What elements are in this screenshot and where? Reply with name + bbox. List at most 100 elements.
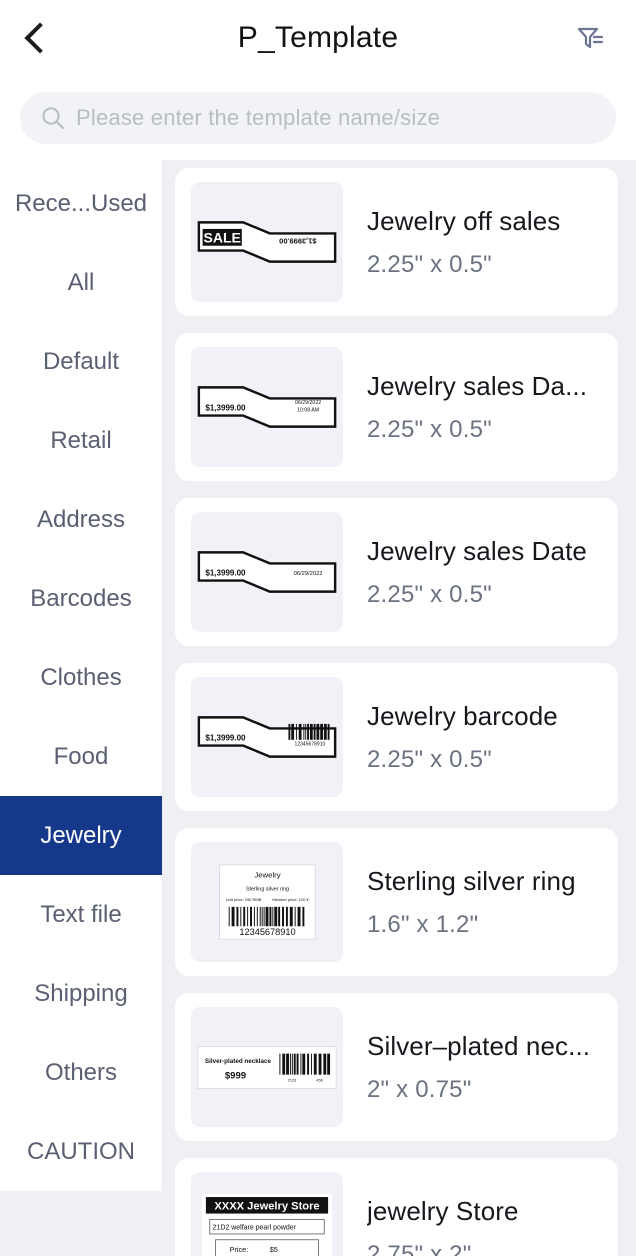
sidebar-item-jewelry[interactable]: Jewelry — [0, 796, 162, 875]
template-name: Jewelry off sales — [367, 205, 561, 236]
template-meta: Jewelry off sales 2.25" x 0.5" — [343, 206, 618, 279]
svg-text:$999: $999 — [225, 1070, 246, 1081]
template-thumbnail: $1,3999.00 06/29/2022 10:08 AM — [191, 347, 343, 467]
svg-text:$1,3999.00: $1,3999.00 — [205, 733, 246, 742]
sidebar-item-barcodes[interactable]: Barcodes — [0, 559, 162, 638]
template-meta: Sterling silver ring 1.6" x 1.2" — [343, 866, 618, 939]
sidebar-item-clothes[interactable]: Clothes — [0, 638, 162, 717]
svg-text:Jewelry: Jewelry — [254, 871, 280, 880]
back-button[interactable] — [0, 0, 74, 76]
template-name: Silver–plated nec... — [367, 1030, 591, 1061]
page-title: P_Template — [237, 21, 399, 54]
svg-text:2123: 2123 — [288, 1078, 296, 1082]
svg-text:XXXX Jewelry Store: XXXX Jewelry Store — [214, 1201, 319, 1213]
search-container: Please enter the template name/size — [0, 76, 636, 160]
template-thumbnail: XXXX Jewelry Store 21D2 welfare pearl pow… — [191, 1172, 343, 1256]
filter-funnel-icon — [577, 27, 604, 49]
filter-button[interactable] — [560, 0, 620, 76]
template-thumbnail: $1,3999.00 06/29/2022 — [191, 512, 343, 632]
sidebar-item-retail[interactable]: Retail — [0, 401, 162, 480]
sidebar-item-all[interactable]: All — [0, 243, 162, 322]
template-size: 2.25" x 0.5" — [367, 415, 492, 443]
template-preview: Jewelry Sterling silver ring Unit price: 1… — [191, 864, 343, 940]
template-preview: $1,3999.00 12345678910 — [191, 715, 343, 759]
sidebar-item-label: Others — [44, 1058, 118, 1086]
svg-text:Sterling silver ring: Sterling silver ring — [245, 886, 288, 892]
template-name: Jewelry barcode — [367, 700, 558, 731]
sidebar-item-others[interactable]: Others — [0, 1033, 162, 1112]
template-size: 2.25" x 0.5" — [367, 745, 492, 773]
search-placeholder: Please enter the template name/size — [76, 105, 441, 130]
svg-text:SALE: SALE — [204, 229, 241, 245]
chevron-left-icon — [24, 22, 56, 54]
svg-text:12345678910: 12345678910 — [295, 741, 326, 747]
svg-text:06/29/2022: 06/29/2022 — [295, 400, 321, 406]
sidebar-item-label: CAUTION — [27, 1137, 135, 1165]
template-thumbnail: Silver-plated necklace $999 2123 456 — [191, 1007, 343, 1127]
template-card[interactable]: Silver-plated necklace $999 2123 456 Silver–… — [175, 993, 618, 1141]
sidebar-item-caution[interactable]: CAUTION — [0, 1112, 162, 1191]
template-meta: Jewelry sales Da... 2.25" x 0.5" — [343, 371, 618, 444]
sidebar-item-food[interactable]: Food — [0, 717, 162, 796]
sidebar-item-label: Default — [42, 347, 120, 375]
template-name: jewelry Store — [367, 1195, 519, 1226]
app-header: P_Template — [0, 0, 636, 76]
template-card[interactable]: XXXX Jewelry Store 21D2 welfare pearl pow… — [175, 1158, 618, 1256]
app-screen: P_Template Please enter the template nam… — [0, 0, 636, 1256]
sidebar-item-label: All — [67, 268, 95, 296]
template-name: Jewelry sales Date — [367, 535, 587, 566]
template-preview: SALE $1,3999.00 — [191, 220, 343, 264]
svg-text:$5: $5 — [270, 1245, 278, 1254]
sidebar-item-label: Clothes — [40, 663, 122, 691]
template-meta: Jewelry sales Date 2.25" x 0.5" — [343, 536, 618, 609]
svg-text:Silver-plated necklace: Silver-plated necklace — [205, 1058, 272, 1065]
template-size: 2.25" x 0.5" — [367, 580, 492, 608]
template-preview: Silver-plated necklace $999 2123 456 — [191, 1045, 343, 1089]
template-name: Sterling silver ring — [367, 865, 576, 896]
svg-text:21D2 welfare pearl powder: 21D2 welfare pearl powder — [213, 1225, 297, 1232]
template-thumbnail: SALE $1,3999.00 — [191, 182, 343, 302]
template-card[interactable]: $1,3999.00 12345678910 Jewelry barcode 2.25… — [175, 663, 618, 811]
sidebar-item-label: Barcodes — [30, 584, 132, 612]
template-list[interactable]: SALE $1,3999.00 Jewelry off sales 2.25" x 0… — [163, 160, 636, 1256]
sidebar-item-address[interactable]: Address — [0, 480, 162, 559]
sidebar-item-label: Retail — [50, 426, 112, 454]
svg-text:Member price: 120 ¥: Member price: 120 ¥ — [272, 897, 309, 902]
sidebar-item-text-file[interactable]: Text file — [0, 875, 162, 954]
sidebar-item-shipping[interactable]: Shipping — [0, 954, 162, 1033]
template-meta: jewelry Store 2.75" x 2" — [343, 1196, 618, 1256]
sidebar-item-label: Address — [36, 505, 126, 533]
svg-text:06/29/2022: 06/29/2022 — [294, 571, 323, 577]
template-thumbnail: Jewelry Sterling silver ring Unit price: 1… — [191, 842, 343, 962]
sidebar-item-label: Food — [53, 742, 109, 770]
template-thumbnail: $1,3999.00 12345678910 — [191, 677, 343, 797]
svg-text:$1,3999.00: $1,3999.00 — [205, 403, 246, 412]
template-meta: Jewelry barcode 2.25" x 0.5" — [343, 701, 618, 774]
template-size: 2" x 0.75" — [367, 1075, 472, 1103]
template-preview: XXXX Jewelry Store 21D2 welfare pearl pow… — [191, 1194, 343, 1256]
sidebar-item-default[interactable]: Default — [0, 322, 162, 401]
category-sidebar: Rece...Used All Default Retail Address Barcod… — [0, 160, 163, 1191]
template-preview: $1,3999.00 06/29/2022 10:08 AM — [191, 385, 343, 429]
svg-text:Price:: Price: — [229, 1245, 248, 1254]
search-icon — [42, 107, 64, 129]
template-card[interactable]: Jewelry Sterling silver ring Unit price: 1… — [175, 828, 618, 976]
svg-text:12345678910: 12345678910 — [239, 927, 295, 937]
template-card[interactable]: SALE $1,3999.00 Jewelry off sales 2.25" x 0… — [175, 168, 618, 316]
sidebar-item-label: Jewelry — [40, 821, 122, 849]
sidebar-item-rece-used[interactable]: Rece...Used — [0, 164, 162, 243]
template-card[interactable]: $1,3999.00 06/29/2022 10:08 AM Jewelry sale… — [175, 333, 618, 481]
template-meta: Silver–plated nec... 2" x 0.75" — [343, 1031, 618, 1104]
template-name: Jewelry sales Da... — [367, 370, 588, 401]
svg-text:$1,3999.00: $1,3999.00 — [279, 236, 316, 245]
svg-text:456: 456 — [316, 1078, 322, 1082]
content-area: Rece...Used All Default Retail Address Barcod… — [0, 160, 636, 1256]
template-size: 1.6" x 1.2" — [367, 910, 479, 938]
svg-text:10:08 AM: 10:08 AM — [297, 408, 319, 414]
svg-text:$1,3999.00: $1,3999.00 — [205, 568, 246, 577]
search-input[interactable]: Please enter the template name/size — [20, 92, 616, 144]
template-preview: $1,3999.00 06/29/2022 — [191, 550, 343, 594]
sidebar-item-label: Rece...Used — [14, 189, 148, 217]
template-size: 2.75" x 2" — [367, 1240, 472, 1256]
template-card[interactable]: $1,3999.00 06/29/2022 Jewelry sales Date 2.… — [175, 498, 618, 646]
